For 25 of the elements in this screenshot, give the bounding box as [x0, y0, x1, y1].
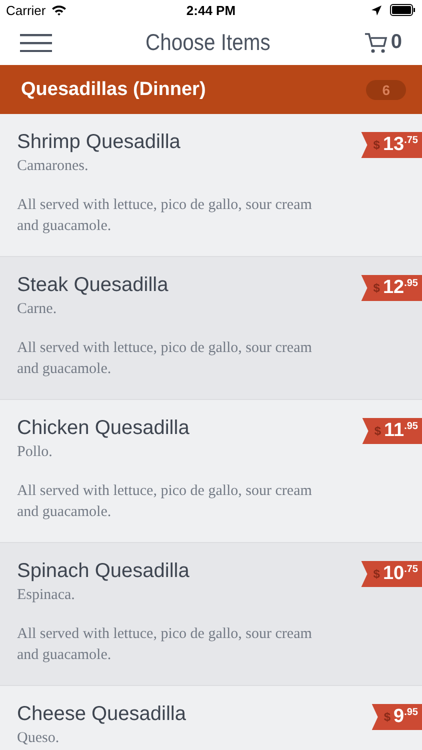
battery-icon [390, 4, 416, 16]
item-subtitle: Pollo. [17, 444, 54, 461]
carrier-label: Carrier [6, 2, 46, 18]
item-name: Cheese Quesadilla [17, 703, 187, 726]
item-subtitle: Carne. [17, 301, 58, 318]
category-header[interactable]: Quesadillas (Dinner) 6 [0, 65, 422, 114]
item-subtitle: Espinaca. [17, 587, 76, 604]
item-name: Shrimp Quesadilla [17, 131, 182, 154]
wifi-icon [50, 4, 67, 16]
location-arrow-icon [371, 4, 382, 16]
menu-icon[interactable] [20, 34, 52, 52]
item-subtitle: Queso. [17, 730, 60, 747]
item-description: All served with lettuce, pico de gallo, sour cream and guacamole. [17, 339, 313, 379]
item-subtitle: Camarones. [17, 158, 90, 175]
item-description: All served with lettuce, pico de gallo, sour cream and guacamole. [17, 625, 313, 665]
item-count: 6 [366, 80, 406, 100]
category-title: Quesadillas (Dinner) [21, 78, 207, 100]
item-name: Chicken Quesadilla [17, 417, 190, 440]
item-description: All served with lettuce, pico de gallo, sour cream and guacamole. [17, 482, 313, 522]
clock-time: 2:44 PM [185, 2, 237, 18]
item-description: All served with lettuce, pico de gallo, sour cream and guacamole. [17, 196, 313, 236]
item-name: Steak Quesadilla [17, 274, 170, 297]
screen-title: Choose Items [144, 29, 272, 56]
item-name: Spinach Quesadilla [17, 560, 190, 583]
cart-button[interactable]: 0 [364, 31, 402, 54]
